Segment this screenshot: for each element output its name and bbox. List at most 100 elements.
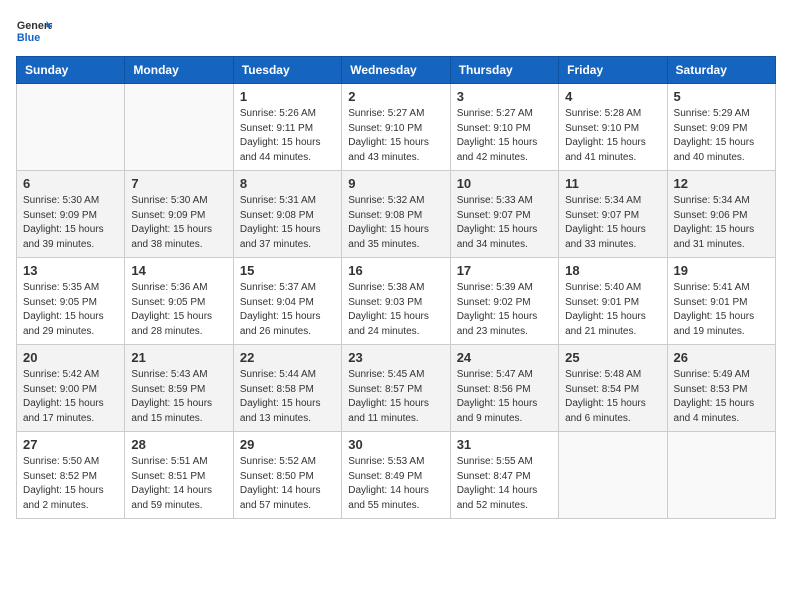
calendar-cell: 6 Sunrise: 5:30 AM Sunset: 9:09 PM Daylig…: [17, 171, 125, 258]
day-info: Sunrise: 5:44 AM Sunset: 8:58 PM Dayligh…: [240, 368, 335, 426]
day-info: Sunrise: 5:29 AM Sunset: 9:09 PM Dayligh…: [674, 107, 769, 165]
day-info: Sunrise: 5:52 AM Sunset: 8:50 PM Dayligh…: [240, 455, 335, 513]
calendar-cell: 20Sunrise: 5:42 AM Sunset: 9:00 PM Dayli…: [17, 345, 125, 432]
day-info: Sunrise: 5:32 AM Sunset: 9:08 PM Dayligh…: [348, 194, 443, 252]
calendar-cell: 14 Sunrise: 5:36 AM Sunset: 9:05 PM Dayli…: [125, 258, 233, 345]
day-info: Sunrise: 5:35 AM Sunset: 9:05 PM Dayligh…: [23, 281, 118, 339]
calendar-week-row: 1 Sunrise: 5:26 AM Sunset: 9:11 PM Daylig…: [17, 84, 776, 171]
day-number: 29: [240, 437, 335, 452]
day-info: Sunrise: 5:48 AM Sunset: 8:54 PM Dayligh…: [565, 368, 660, 426]
day-number: 16: [348, 263, 443, 278]
calendar-cell: 1 Sunrise: 5:26 AM Sunset: 9:11 PM Daylig…: [233, 84, 341, 171]
calendar-cell: 25 Sunrise: 5:48 AM Sunset: 8:54 PM Dayli…: [559, 345, 667, 432]
day-header-tuesday: Tuesday: [233, 57, 341, 84]
day-info: Sunrise: 5:39 AM Sunset: 9:02 PM Dayligh…: [457, 281, 552, 339]
day-header-thursday: Thursday: [450, 57, 558, 84]
day-number: 5: [674, 89, 769, 104]
day-info: Sunrise: 5:42 AM Sunset: 9:00 PM Dayligh…: [23, 368, 118, 426]
day-info: Sunrise: 5:41 AM Sunset: 9:01 PM Dayligh…: [674, 281, 769, 339]
day-number: 28: [131, 437, 226, 452]
day-info: Sunrise: 5:38 AM Sunset: 9:03 PM Dayligh…: [348, 281, 443, 339]
calendar-cell: 16 Sunrise: 5:38 AM Sunset: 9:03 PM Dayli…: [342, 258, 450, 345]
calendar-cell: 8Sunrise: 5:31 AM Sunset: 9:08 PM Daylig…: [233, 171, 341, 258]
calendar-cell: 13 Sunrise: 5:35 AM Sunset: 9:05 PM Dayli…: [17, 258, 125, 345]
day-number: 8: [240, 176, 335, 191]
day-number: 11: [565, 176, 660, 191]
day-number: 3: [457, 89, 552, 104]
calendar-week-row: 20Sunrise: 5:42 AM Sunset: 9:00 PM Dayli…: [17, 345, 776, 432]
logo: General Blue: [16, 16, 52, 44]
day-number: 13: [23, 263, 118, 278]
day-number: 30: [348, 437, 443, 452]
calendar-cell: 4Sunrise: 5:28 AM Sunset: 9:10 PM Daylig…: [559, 84, 667, 171]
day-number: 12: [674, 176, 769, 191]
day-info: Sunrise: 5:27 AM Sunset: 9:10 PM Dayligh…: [348, 107, 443, 165]
calendar-cell: 19 Sunrise: 5:41 AM Sunset: 9:01 PM Dayli…: [667, 258, 775, 345]
day-number: 19: [674, 263, 769, 278]
day-number: 23: [348, 350, 443, 365]
calendar-cell: [559, 432, 667, 519]
day-info: Sunrise: 5:49 AM Sunset: 8:53 PM Dayligh…: [674, 368, 769, 426]
day-number: 24: [457, 350, 552, 365]
calendar-cell: 17Sunrise: 5:39 AM Sunset: 9:02 PM Dayli…: [450, 258, 558, 345]
svg-text:Blue: Blue: [17, 32, 40, 44]
day-number: 22: [240, 350, 335, 365]
calendar-cell: 24Sunrise: 5:47 AM Sunset: 8:56 PM Dayli…: [450, 345, 558, 432]
logo-icon: General Blue: [16, 16, 52, 44]
calendar-cell: [667, 432, 775, 519]
calendar-cell: 30 Sunrise: 5:53 AM Sunset: 8:49 PM Dayli…: [342, 432, 450, 519]
day-info: Sunrise: 5:28 AM Sunset: 9:10 PM Dayligh…: [565, 107, 660, 165]
calendar-cell: 11Sunrise: 5:34 AM Sunset: 9:07 PM Dayli…: [559, 171, 667, 258]
day-info: Sunrise: 5:30 AM Sunset: 9:09 PM Dayligh…: [23, 194, 118, 252]
day-header-sunday: Sunday: [17, 57, 125, 84]
header: General Blue: [16, 16, 776, 44]
day-header-friday: Friday: [559, 57, 667, 84]
calendar-cell: 21 Sunrise: 5:43 AM Sunset: 8:59 PM Dayli…: [125, 345, 233, 432]
day-info: Sunrise: 5:45 AM Sunset: 8:57 PM Dayligh…: [348, 368, 443, 426]
day-number: 18: [565, 263, 660, 278]
day-info: Sunrise: 5:51 AM Sunset: 8:51 PM Dayligh…: [131, 455, 226, 513]
calendar-cell: 7 Sunrise: 5:30 AM Sunset: 9:09 PM Daylig…: [125, 171, 233, 258]
calendar-cell: 15Sunrise: 5:37 AM Sunset: 9:04 PM Dayli…: [233, 258, 341, 345]
calendar-cell: 28 Sunrise: 5:51 AM Sunset: 8:51 PM Dayli…: [125, 432, 233, 519]
calendar-cell: [125, 84, 233, 171]
day-number: 14: [131, 263, 226, 278]
day-number: 6: [23, 176, 118, 191]
calendar-week-row: 6 Sunrise: 5:30 AM Sunset: 9:09 PM Daylig…: [17, 171, 776, 258]
day-info: Sunrise: 5:40 AM Sunset: 9:01 PM Dayligh…: [565, 281, 660, 339]
day-info: Sunrise: 5:26 AM Sunset: 9:11 PM Dayligh…: [240, 107, 335, 165]
day-info: Sunrise: 5:27 AM Sunset: 9:10 PM Dayligh…: [457, 107, 552, 165]
day-info: Sunrise: 5:55 AM Sunset: 8:47 PM Dayligh…: [457, 455, 552, 513]
day-number: 26: [674, 350, 769, 365]
calendar-cell: 12 Sunrise: 5:34 AM Sunset: 9:06 PM Dayli…: [667, 171, 775, 258]
calendar-cell: 18 Sunrise: 5:40 AM Sunset: 9:01 PM Dayli…: [559, 258, 667, 345]
day-info: Sunrise: 5:37 AM Sunset: 9:04 PM Dayligh…: [240, 281, 335, 339]
day-info: Sunrise: 5:30 AM Sunset: 9:09 PM Dayligh…: [131, 194, 226, 252]
day-info: Sunrise: 5:53 AM Sunset: 8:49 PM Dayligh…: [348, 455, 443, 513]
calendar-cell: 10Sunrise: 5:33 AM Sunset: 9:07 PM Dayli…: [450, 171, 558, 258]
calendar-week-row: 13 Sunrise: 5:35 AM Sunset: 9:05 PM Dayli…: [17, 258, 776, 345]
calendar-cell: 3 Sunrise: 5:27 AM Sunset: 9:10 PM Daylig…: [450, 84, 558, 171]
day-number: 27: [23, 437, 118, 452]
calendar-week-row: 27Sunrise: 5:50 AM Sunset: 8:52 PM Dayli…: [17, 432, 776, 519]
day-number: 25: [565, 350, 660, 365]
day-header-monday: Monday: [125, 57, 233, 84]
calendar: SundayMondayTuesdayWednesdayThursdayFrid…: [16, 56, 776, 519]
day-number: 31: [457, 437, 552, 452]
day-header-saturday: Saturday: [667, 57, 775, 84]
day-info: Sunrise: 5:43 AM Sunset: 8:59 PM Dayligh…: [131, 368, 226, 426]
calendar-cell: 9Sunrise: 5:32 AM Sunset: 9:08 PM Daylig…: [342, 171, 450, 258]
day-number: 10: [457, 176, 552, 191]
day-number: 21: [131, 350, 226, 365]
day-number: 1: [240, 89, 335, 104]
calendar-cell: 31 Sunrise: 5:55 AM Sunset: 8:47 PM Dayli…: [450, 432, 558, 519]
day-number: 7: [131, 176, 226, 191]
calendar-cell: 23 Sunrise: 5:45 AM Sunset: 8:57 PM Dayli…: [342, 345, 450, 432]
day-number: 2: [348, 89, 443, 104]
calendar-cell: 22 Sunrise: 5:44 AM Sunset: 8:58 PM Dayli…: [233, 345, 341, 432]
day-info: Sunrise: 5:36 AM Sunset: 9:05 PM Dayligh…: [131, 281, 226, 339]
calendar-cell: 29 Sunrise: 5:52 AM Sunset: 8:50 PM Dayli…: [233, 432, 341, 519]
day-info: Sunrise: 5:34 AM Sunset: 9:06 PM Dayligh…: [674, 194, 769, 252]
calendar-cell: 26 Sunrise: 5:49 AM Sunset: 8:53 PM Dayli…: [667, 345, 775, 432]
calendar-cell: 5 Sunrise: 5:29 AM Sunset: 9:09 PM Daylig…: [667, 84, 775, 171]
